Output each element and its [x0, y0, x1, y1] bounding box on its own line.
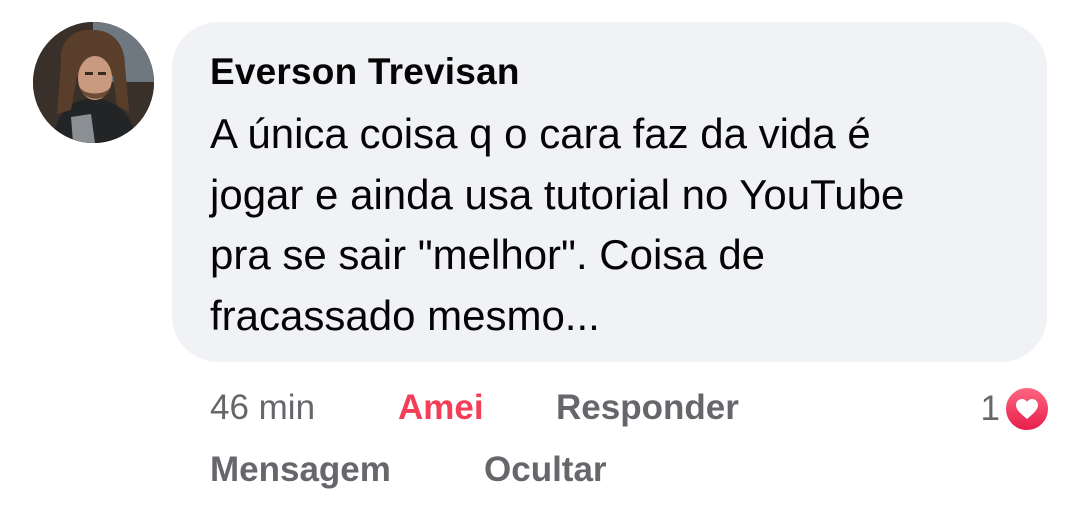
avatar[interactable]	[33, 22, 154, 143]
reaction-count: 1	[980, 389, 1000, 428]
comment-author[interactable]: Everson Trevisan	[210, 50, 1011, 94]
love-reaction-button[interactable]: Amei	[398, 382, 484, 434]
avatar-image	[33, 22, 154, 143]
actions-row-primary: 46 min Amei Responder 1	[210, 382, 1050, 434]
comment-text-line: jogar e ainda usa tutorial no YouTube	[210, 170, 905, 218]
message-button[interactable]: Mensagem	[210, 444, 391, 496]
comment-item: Everson Trevisan A única coisa q o cara …	[0, 0, 1080, 512]
reply-button[interactable]: Responder	[556, 382, 739, 434]
comment-text-line: pra se sair "melhor". Coisa de	[210, 231, 766, 278]
comment-text-line: A única coisa q o cara faz da vida é	[210, 110, 871, 157]
heart-icon	[1004, 386, 1050, 432]
hide-button[interactable]: Ocultar	[484, 444, 607, 496]
comment-bubble: Everson Trevisan A única coisa q o cara …	[172, 22, 1047, 362]
reaction-summary[interactable]: 1	[981, 386, 1050, 432]
comment-text: A única coisa q o cara faz da vida é jog…	[210, 104, 1010, 346]
comment-timestamp[interactable]: 46 min	[210, 382, 315, 434]
comment-text-line: fracassado mesmo...	[210, 291, 600, 339]
